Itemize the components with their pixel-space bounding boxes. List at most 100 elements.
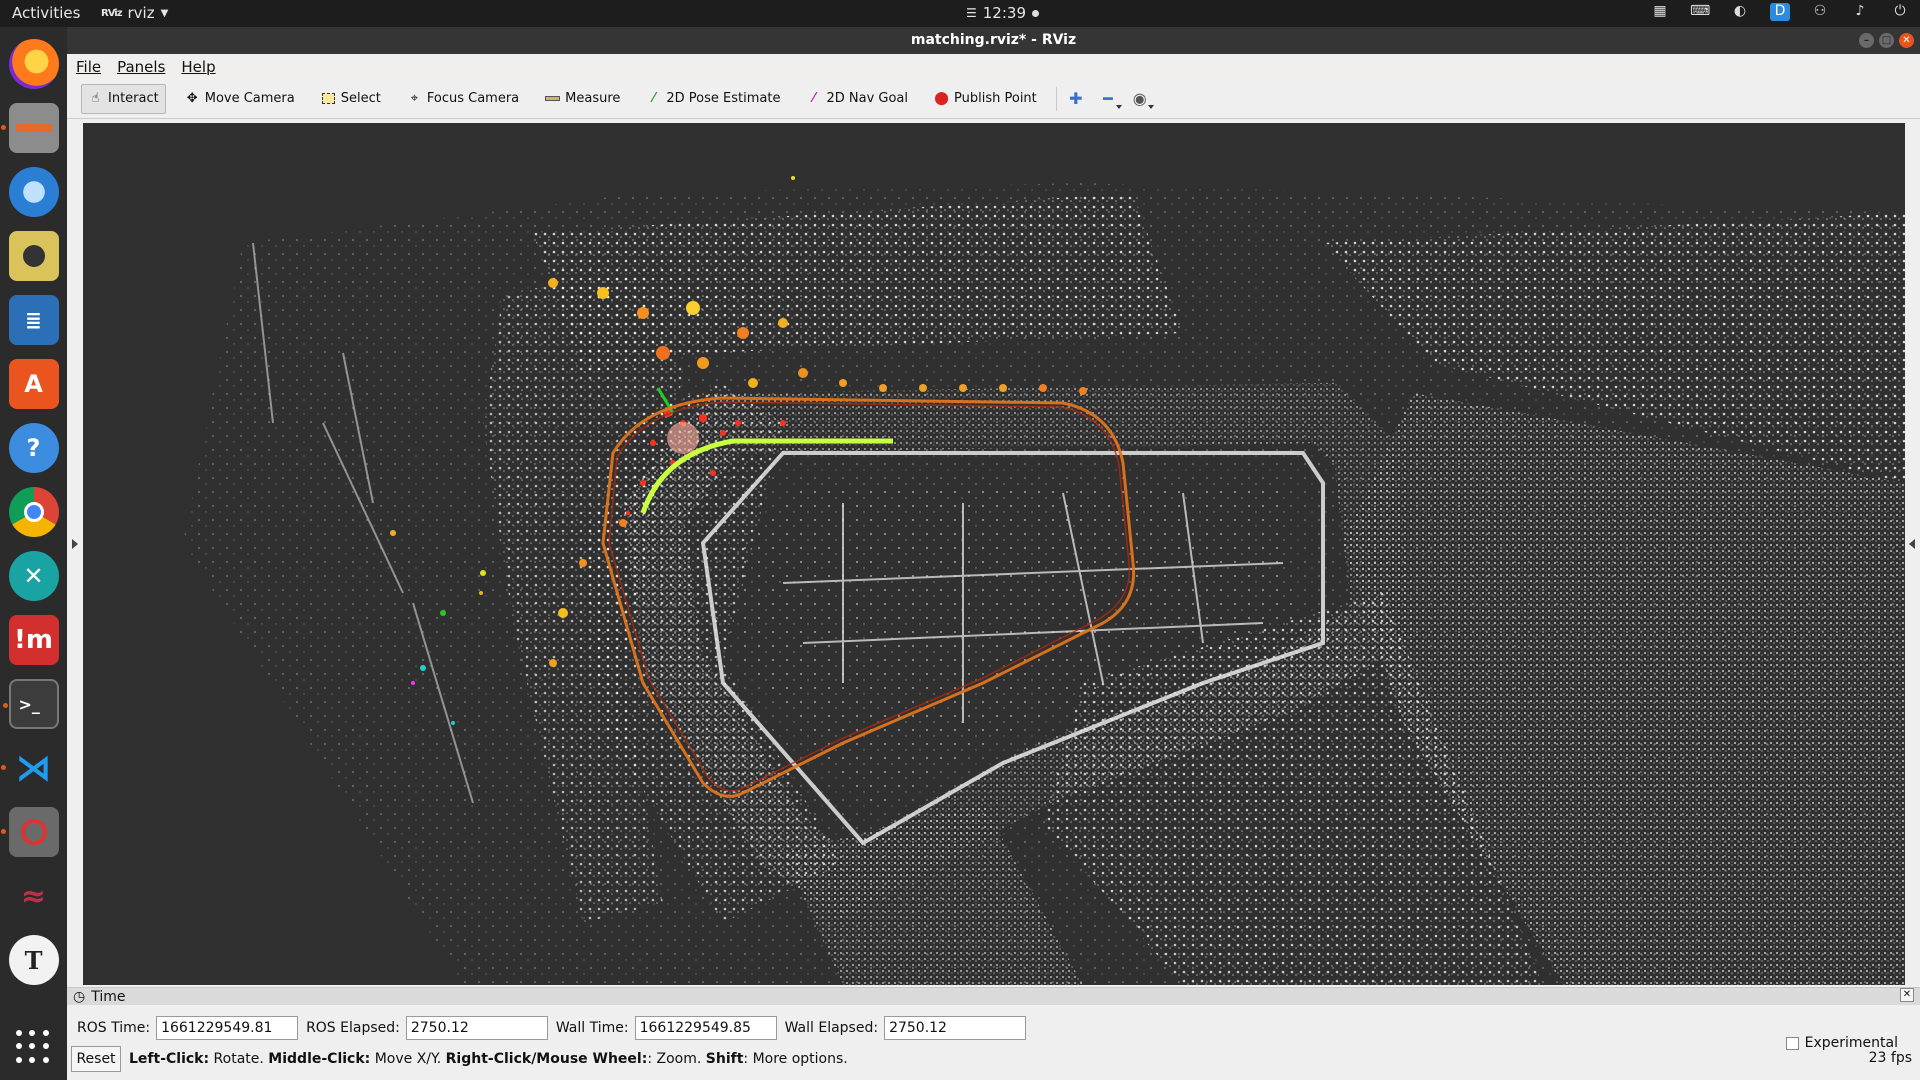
firefox-icon[interactable] (8, 39, 59, 89)
files-icon[interactable] (0, 103, 59, 153)
clock-time: 12:39 (982, 4, 1026, 22)
typora-icon[interactable]: T (8, 935, 59, 985)
running-indicator (0, 765, 6, 770)
select-icon (321, 91, 336, 106)
power-icon[interactable]: ⏻ (1890, 3, 1910, 21)
rviz-window: matching.rviz* - RViz – □ ✕ File Panels … (67, 27, 1920, 1080)
move-camera-icon: ✥ (186, 91, 198, 106)
focus-icon: ⌖ (410, 91, 419, 106)
tool-interact-label: Interact (108, 91, 159, 106)
3d-viewport[interactable] (83, 123, 1905, 985)
input-method-icon[interactable]: ▦ (1650, 3, 1670, 21)
hand-icon: ☝ (91, 91, 100, 106)
top-bar: Activities RViz rviz ▼ ☰ 12:39 ▦ ⌨ ◐ D ⚇… (0, 0, 1920, 27)
clock[interactable]: ☰ 12:39 (966, 4, 1039, 22)
writer-icon[interactable]: ≣ (8, 295, 59, 345)
tool-move-camera[interactable]: ✥ Move Camera (178, 84, 302, 114)
middle-click-text: Move X/Y. (374, 1051, 442, 1067)
display-icon[interactable]: ◐ (1730, 3, 1750, 21)
shift-text: : More options. (743, 1051, 848, 1067)
tool-move-camera-label: Move Camera (204, 91, 295, 106)
ros-elapsed-field[interactable]: 2750.12 (405, 1016, 548, 1040)
menu-help[interactable]: Help (181, 58, 215, 76)
status-help-text: Left-Click: Rotate. Middle-Click: Move X… (129, 1051, 848, 1067)
terminal-icon[interactable]: >_ (2, 679, 59, 729)
tool-2d-pose-estimate-label: 2D Pose Estimate (666, 91, 781, 106)
running-indicator (2, 703, 8, 708)
tool-interact[interactable]: ☝ Interact (81, 83, 166, 114)
tool-select[interactable]: Select (314, 84, 388, 114)
maximize-icon[interactable]: □ (1879, 33, 1894, 48)
pose-estimate-icon: ⁄ (652, 91, 655, 106)
chevron-down-icon: ▼ (160, 7, 169, 19)
pin-icon: ⬤ (934, 91, 949, 106)
right-click-text: : Zoom. (647, 1051, 702, 1067)
dock: ≣ A ? ✕ !m >_ ⋊ ≈ T (0, 27, 67, 1080)
rhythmbox-icon[interactable] (8, 231, 59, 281)
tool-2d-pose-estimate[interactable]: ⁄ 2D Pose Estimate (639, 84, 787, 114)
nav-goal-icon: ⁄ (812, 91, 816, 106)
middle-click-label: Middle-Click: (268, 1051, 371, 1067)
ros-time-field[interactable]: 1661229549.81 (156, 1016, 299, 1040)
menu-panels[interactable]: Panels (117, 58, 165, 76)
point-cloud-map (83, 123, 1905, 985)
toolbar: ☝ Interact ✥ Move Camera Select ⌖ Focus … (67, 79, 1920, 119)
activities-button[interactable]: Activities (12, 4, 80, 22)
left-panel-toggle-icon[interactable] (72, 539, 78, 549)
app-menu[interactable]: RViz rviz ▼ (101, 4, 168, 22)
tool-select-label: Select (340, 91, 381, 106)
time-panel: ◷ Time ✕ ROS Time: 1661229549.81 ROS Ela… (67, 987, 1920, 1080)
tool-2d-nav-goal[interactable]: ⁄ 2D Nav Goal (799, 84, 915, 114)
close-icon[interactable]: ✕ (1899, 33, 1914, 48)
help-icon[interactable]: ? (8, 423, 59, 473)
wall-elapsed-label: Wall Elapsed: (784, 1020, 879, 1036)
tool-publish-point-label: Publish Point (954, 91, 1037, 106)
app-menu-label: rviz (127, 4, 155, 22)
wall-time-field[interactable]: 1661229549.85 (634, 1016, 777, 1040)
running-indicator (0, 829, 6, 834)
clock-icon: ◷ (73, 988, 86, 1005)
kali-icon[interactable]: ≈ (9, 871, 59, 921)
dropbox-icon[interactable]: D (1770, 3, 1790, 21)
software-center-icon[interactable]: A (8, 359, 59, 409)
render-panel (67, 119, 1920, 985)
imagej-icon[interactable]: !m (8, 615, 59, 665)
eye-icon[interactable]: ◉ (1129, 88, 1154, 110)
time-panel-title: Time (91, 988, 126, 1005)
fps-counter: 23 fps (1868, 1050, 1912, 1066)
time-row: ROS Time: 1661229549.81 ROS Elapsed: 275… (67, 1011, 1920, 1051)
network-icon[interactable]: ⚇ (1810, 3, 1830, 21)
window-titlebar[interactable]: matching.rviz* - RViz – □ ✕ (67, 27, 1920, 54)
left-click-text: Rotate. (213, 1051, 264, 1067)
tool-focus-camera[interactable]: ⌖ Focus Camera (400, 84, 526, 114)
xmind-icon[interactable]: ✕ (8, 551, 59, 601)
shift-label: Shift (705, 1051, 744, 1067)
wall-elapsed-field[interactable]: 2750.12 (884, 1016, 1027, 1040)
ruler-icon (545, 91, 561, 106)
wall-time-label: Wall Time: (555, 1020, 629, 1036)
plus-icon[interactable]: ✚ (1065, 88, 1087, 110)
tool-publish-point[interactable]: ⬤ Publish Point (927, 84, 1044, 114)
show-applications-icon[interactable] (16, 1030, 50, 1064)
running-indicator (0, 125, 6, 130)
system-tray[interactable]: ▦ ⌨ ◐ D ⚇ ♪ ⏻ (1650, 3, 1910, 21)
blocker-icon[interactable] (0, 807, 59, 857)
menu-file[interactable]: File (76, 58, 101, 76)
volume-icon[interactable]: ♪ (1850, 3, 1870, 21)
close-icon[interactable]: ✕ (1900, 988, 1914, 1002)
thunderbird-icon[interactable] (8, 167, 59, 217)
chrome-icon[interactable] (8, 487, 59, 537)
keyboard-icon[interactable]: ⌨ (1690, 3, 1710, 21)
tool-measure[interactable]: Measure (538, 84, 627, 114)
right-click-label: Right-Click/Mouse Wheel: (445, 1051, 648, 1067)
notification-dot-icon (1032, 9, 1039, 17)
reset-button[interactable]: Reset (71, 1046, 121, 1072)
time-panel-header[interactable]: ◷ Time ✕ (67, 987, 1920, 1005)
minus-icon[interactable]: ━ (1097, 88, 1122, 110)
minimize-icon[interactable]: – (1859, 33, 1874, 48)
right-panel-toggle-icon[interactable] (1909, 539, 1915, 549)
status-bar: Reset Left-Click: Rotate. Middle-Click: … (67, 1045, 1920, 1073)
ros-elapsed-label: ROS Elapsed: (306, 1020, 400, 1036)
rviz-logo-icon: RViz (101, 7, 122, 19)
vscode-icon[interactable]: ⋊ (0, 743, 59, 793)
